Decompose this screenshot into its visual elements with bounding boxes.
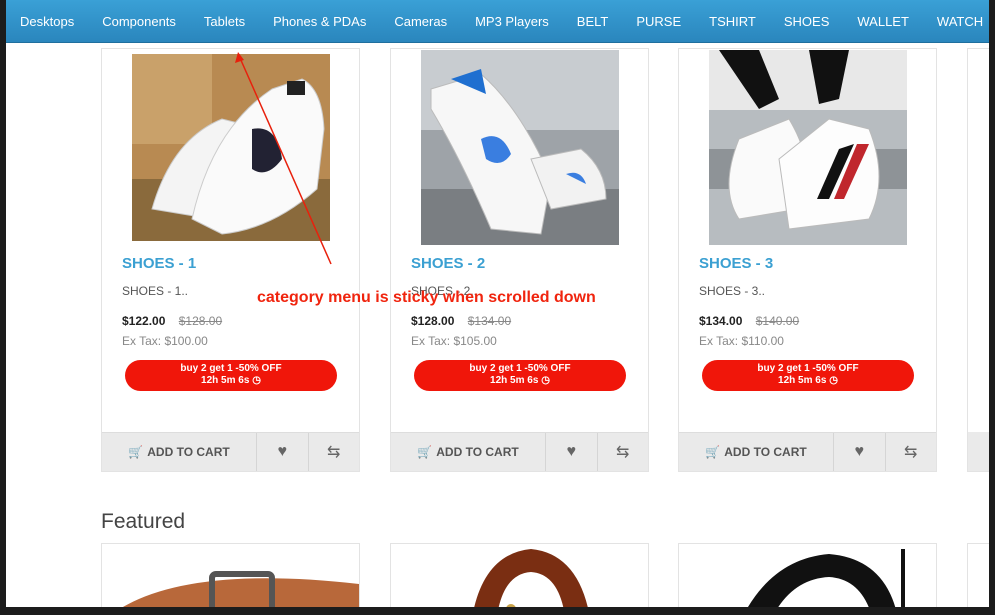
featured-card-partial [967, 543, 989, 607]
compare-button[interactable]: ⇆ [598, 433, 649, 471]
price-new: $122.00 [122, 314, 166, 328]
menu-item-mp3-players[interactable]: MP3 Players [461, 14, 563, 29]
add-to-cart-label: ADD TO CART [147, 445, 230, 459]
product-image[interactable] [679, 544, 936, 607]
product-price: $128.00 $134.00 [411, 314, 511, 328]
price-tax: Ex Tax: $100.00 [122, 334, 208, 348]
featured-card[interactable] [678, 543, 937, 607]
compare-button[interactable]: ⇆ [886, 433, 937, 471]
add-to-cart-button[interactable]: 🛒 ADD TO CART [391, 433, 546, 471]
product-price: $122.00 $128.00 [122, 314, 222, 328]
price-old: $134.00 [467, 314, 512, 328]
heart-icon: ♥ [277, 443, 288, 460]
compare-icon: ⇆ [904, 444, 918, 461]
product-card: SHOES - 2 SHOES - 2.. $128.00 $134.00 Ex… [390, 48, 649, 472]
menu-item-tablets[interactable]: Tablets [190, 14, 259, 29]
clock-icon: ◷ [252, 375, 261, 386]
product-card: SHOES - 3 SHOES - 3.. $134.00 $140.00 Ex… [678, 48, 937, 472]
featured-heading: Featured [101, 510, 186, 533]
product-description: SHOES - 3.. [699, 284, 766, 298]
menu-item-phones-pdas[interactable]: Phones & PDAs [259, 14, 380, 29]
menu-item-belt[interactable]: BELT [563, 14, 623, 29]
product-actions: 🛒 ADD TO CART ♥ ⇆ [391, 432, 648, 471]
clock-icon: ◷ [829, 375, 838, 386]
compare-icon: ⇆ [616, 444, 630, 461]
product-actions [968, 432, 989, 471]
promo-text: buy 2 get 1 -50% OFF [469, 363, 571, 374]
add-to-cart-label: ADD TO CART [436, 445, 519, 459]
page-frame: Desktops Components Tablets Phones & PDA… [6, 0, 989, 607]
wishlist-button[interactable]: ♥ [546, 433, 598, 471]
promo-text: buy 2 get 1 -50% OFF [757, 363, 859, 374]
wishlist-button[interactable]: ♥ [257, 433, 309, 471]
product-image[interactable] [102, 49, 359, 249]
product-image[interactable] [679, 49, 936, 249]
product-actions: 🛒 ADD TO CART ♥ ⇆ [679, 432, 936, 471]
add-to-cart-label: ADD TO CART [724, 445, 807, 459]
add-to-cart-button[interactable]: 🛒 ADD TO CART [679, 433, 834, 471]
product-name[interactable]: SHOES - 2 [411, 255, 485, 272]
menu-item-components[interactable]: Components [88, 14, 190, 29]
price-new: $134.00 [699, 314, 743, 328]
menu-item-watch[interactable]: WATCH [923, 14, 989, 29]
promo-text: buy 2 get 1 -50% OFF [180, 363, 282, 374]
heart-icon: ♥ [566, 443, 577, 460]
featured-card[interactable] [101, 543, 360, 607]
menu-item-wallet[interactable]: WALLET [843, 14, 923, 29]
cart-icon: 🛒 [705, 445, 721, 459]
compare-icon: ⇆ [327, 444, 341, 461]
category-menu: Desktops Components Tablets Phones & PDA… [6, 0, 989, 43]
price-new: $128.00 [411, 314, 455, 328]
menu-item-desktops[interactable]: Desktops [6, 14, 88, 29]
cart-icon: 🛒 [417, 445, 433, 459]
product-image[interactable] [102, 544, 359, 607]
price-tax: Ex Tax: $105.00 [411, 334, 497, 348]
featured-card[interactable] [390, 543, 649, 607]
product-name[interactable]: SHOES - 1 [122, 255, 196, 272]
add-to-cart-button[interactable]: 🛒 ADD TO CART [102, 433, 257, 471]
annotation-text: category menu is sticky when scrolled do… [257, 289, 596, 306]
promo-countdown: 12h 5m 6s [201, 375, 250, 386]
promo-countdown: 12h 5m 6s [490, 375, 539, 386]
promo-badge: buy 2 get 1 -50% OFF 12h 5m 6s ◷ [125, 360, 337, 391]
wishlist-button[interactable]: ♥ [834, 433, 886, 471]
price-old: $140.00 [755, 314, 800, 328]
menu-item-cameras[interactable]: Cameras [380, 14, 461, 29]
menu-item-tshirt[interactable]: TSHIRT [695, 14, 770, 29]
menu-item-shoes[interactable]: SHOES [770, 14, 844, 29]
product-description: SHOES - 1.. [122, 284, 189, 298]
promo-countdown: 12h 5m 6s [778, 375, 827, 386]
product-card-partial [967, 48, 989, 472]
price-tax: Ex Tax: $110.00 [699, 334, 784, 348]
product-card: SHOES - 1 SHOES - 1.. $122.00 $128.00 Ex… [101, 48, 360, 472]
product-name[interactable]: SHOES - 3 [699, 255, 773, 272]
product-price: $134.00 $140.00 [699, 314, 799, 328]
product-image[interactable] [391, 49, 648, 249]
heart-icon: ♥ [854, 443, 865, 460]
promo-badge: buy 2 get 1 -50% OFF 12h 5m 6s ◷ [414, 360, 626, 391]
cart-icon: 🛒 [128, 445, 144, 459]
product-actions: 🛒 ADD TO CART ♥ ⇆ [102, 432, 359, 471]
product-image[interactable] [391, 544, 648, 607]
promo-badge: buy 2 get 1 -50% OFF 12h 5m 6s ◷ [702, 360, 914, 391]
menu-item-purse[interactable]: PURSE [622, 14, 695, 29]
price-old: $128.00 [178, 314, 223, 328]
compare-button[interactable]: ⇆ [309, 433, 360, 471]
clock-icon: ◷ [541, 375, 550, 386]
